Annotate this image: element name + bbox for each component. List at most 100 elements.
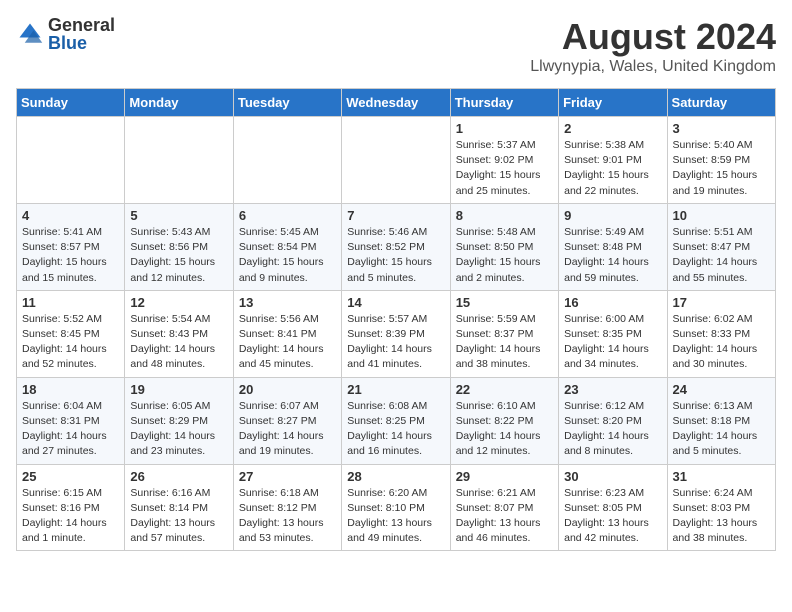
calendar-week-row: 18 Sunrise: 6:04 AMSunset: 8:31 PMDayligh…	[17, 377, 776, 464]
calendar-cell: 15 Sunrise: 5:59 AMSunset: 8:37 PMDayligh…	[450, 290, 558, 377]
logo-text-general: General	[48, 16, 115, 34]
weekday-header-cell: Tuesday	[233, 89, 341, 117]
calendar-week-row: 1 Sunrise: 5:37 AMSunset: 9:02 PMDaylight…	[17, 117, 776, 204]
day-number: 9	[564, 208, 661, 223]
day-info: Sunrise: 5:38 AMSunset: 9:01 PMDaylight:…	[564, 138, 661, 199]
day-number: 7	[347, 208, 444, 223]
weekday-header-cell: Wednesday	[342, 89, 450, 117]
calendar-cell: 23 Sunrise: 6:12 AMSunset: 8:20 PMDayligh…	[559, 377, 667, 464]
month-title: August 2024	[530, 16, 776, 58]
day-number: 12	[130, 295, 227, 310]
calendar-cell: 7 Sunrise: 5:46 AMSunset: 8:52 PMDaylight…	[342, 203, 450, 290]
calendar-cell: 18 Sunrise: 6:04 AMSunset: 8:31 PMDayligh…	[17, 377, 125, 464]
title-area: August 2024 Llwynypia, Wales, United Kin…	[530, 16, 776, 76]
day-number: 23	[564, 382, 661, 397]
day-number: 31	[673, 469, 770, 484]
day-info: Sunrise: 6:16 AMSunset: 8:14 PMDaylight:…	[130, 486, 227, 547]
calendar-cell: 22Sunrise: 6:10 AMSunset: 8:22 PMDayligh…	[450, 377, 558, 464]
day-number: 1	[456, 121, 553, 136]
day-info: Sunrise: 6:05 AMSunset: 8:29 PMDaylight:…	[130, 399, 227, 460]
calendar-cell: 2Sunrise: 5:38 AMSunset: 9:01 PMDaylight…	[559, 117, 667, 204]
calendar-cell: 30 Sunrise: 6:23 AMSunset: 8:05 PMDayligh…	[559, 464, 667, 551]
day-number: 21	[347, 382, 444, 397]
calendar-cell: 11 Sunrise: 5:52 AMSunset: 8:45 PMDayligh…	[17, 290, 125, 377]
calendar-cell	[125, 117, 233, 204]
day-number: 11	[22, 295, 119, 310]
logo: General Blue	[16, 16, 115, 52]
calendar-cell: 24 Sunrise: 6:13 AMSunset: 8:18 PMDayligh…	[667, 377, 775, 464]
weekday-header-cell: Monday	[125, 89, 233, 117]
day-info: Sunrise: 5:52 AMSunset: 8:45 PMDaylight:…	[22, 312, 119, 373]
location-title: Llwynypia, Wales, United Kingdom	[530, 58, 776, 76]
day-info: Sunrise: 5:51 AMSunset: 8:47 PMDaylight:…	[673, 225, 770, 286]
day-info: Sunrise: 6:15 AMSunset: 8:16 PMDaylight:…	[22, 486, 119, 547]
weekday-header-cell: Thursday	[450, 89, 558, 117]
day-info: Sunrise: 6:02 AMSunset: 8:33 PMDaylight:…	[673, 312, 770, 373]
day-number: 6	[239, 208, 336, 223]
day-number: 5	[130, 208, 227, 223]
calendar-cell: 9 Sunrise: 5:49 AMSunset: 8:48 PMDaylight…	[559, 203, 667, 290]
day-info: Sunrise: 6:04 AMSunset: 8:31 PMDaylight:…	[22, 399, 119, 460]
day-number: 26	[130, 469, 227, 484]
day-number: 4	[22, 208, 119, 223]
day-info: Sunrise: 5:46 AMSunset: 8:52 PMDaylight:…	[347, 225, 444, 286]
calendar-cell: 13 Sunrise: 5:56 AMSunset: 8:41 PMDayligh…	[233, 290, 341, 377]
day-info: Sunrise: 6:24 AMSunset: 8:03 PMDaylight:…	[673, 486, 770, 547]
calendar-cell	[17, 117, 125, 204]
day-number: 27	[239, 469, 336, 484]
day-info: Sunrise: 6:23 AMSunset: 8:05 PMDaylight:…	[564, 486, 661, 547]
day-number: 25	[22, 469, 119, 484]
calendar-cell: 8Sunrise: 5:48 AMSunset: 8:50 PMDaylight…	[450, 203, 558, 290]
day-number: 10	[673, 208, 770, 223]
weekday-header-cell: Saturday	[667, 89, 775, 117]
calendar-cell: 16 Sunrise: 6:00 AMSunset: 8:35 PMDayligh…	[559, 290, 667, 377]
day-number: 24	[673, 382, 770, 397]
day-info: Sunrise: 5:56 AMSunset: 8:41 PMDaylight:…	[239, 312, 336, 373]
day-number: 15	[456, 295, 553, 310]
logo-text-blue: Blue	[48, 34, 115, 52]
day-number: 30	[564, 469, 661, 484]
calendar-cell: 26 Sunrise: 6:16 AMSunset: 8:14 PMDayligh…	[125, 464, 233, 551]
day-number: 28	[347, 469, 444, 484]
calendar-cell: 27Sunrise: 6:18 AMSunset: 8:12 PMDayligh…	[233, 464, 341, 551]
day-info: Sunrise: 6:20 AMSunset: 8:10 PMDaylight:…	[347, 486, 444, 547]
day-number: 16	[564, 295, 661, 310]
day-number: 18	[22, 382, 119, 397]
day-number: 17	[673, 295, 770, 310]
calendar-cell: 31 Sunrise: 6:24 AMSunset: 8:03 PMDayligh…	[667, 464, 775, 551]
calendar-cell: 12 Sunrise: 5:54 AMSunset: 8:43 PMDayligh…	[125, 290, 233, 377]
calendar-cell: 25 Sunrise: 6:15 AMSunset: 8:16 PMDayligh…	[17, 464, 125, 551]
day-info: Sunrise: 5:37 AMSunset: 9:02 PMDaylight:…	[456, 138, 553, 199]
day-info: Sunrise: 5:59 AMSunset: 8:37 PMDaylight:…	[456, 312, 553, 373]
calendar-cell: 20 Sunrise: 6:07 AMSunset: 8:27 PMDayligh…	[233, 377, 341, 464]
calendar-cell: 5Sunrise: 5:43 AMSunset: 8:56 PMDaylight…	[125, 203, 233, 290]
day-info: Sunrise: 6:07 AMSunset: 8:27 PMDaylight:…	[239, 399, 336, 460]
calendar-week-row: 25 Sunrise: 6:15 AMSunset: 8:16 PMDayligh…	[17, 464, 776, 551]
calendar-cell: 6Sunrise: 5:45 AMSunset: 8:54 PMDaylight…	[233, 203, 341, 290]
day-info: Sunrise: 5:54 AMSunset: 8:43 PMDaylight:…	[130, 312, 227, 373]
day-info: Sunrise: 6:12 AMSunset: 8:20 PMDaylight:…	[564, 399, 661, 460]
calendar-cell: 29Sunrise: 6:21 AMSunset: 8:07 PMDayligh…	[450, 464, 558, 551]
calendar-week-row: 4 Sunrise: 5:41 AMSunset: 8:57 PMDaylight…	[17, 203, 776, 290]
calendar-cell: 4 Sunrise: 5:41 AMSunset: 8:57 PMDaylight…	[17, 203, 125, 290]
logo-icon	[16, 20, 44, 48]
calendar-cell	[342, 117, 450, 204]
day-number: 13	[239, 295, 336, 310]
weekday-header-row: SundayMondayTuesdayWednesdayThursdayFrid…	[17, 89, 776, 117]
calendar-body: 1 Sunrise: 5:37 AMSunset: 9:02 PMDaylight…	[17, 117, 776, 551]
calendar-cell: 10 Sunrise: 5:51 AMSunset: 8:47 PMDayligh…	[667, 203, 775, 290]
day-info: Sunrise: 6:00 AMSunset: 8:35 PMDaylight:…	[564, 312, 661, 373]
day-number: 8	[456, 208, 553, 223]
day-info: Sunrise: 6:13 AMSunset: 8:18 PMDaylight:…	[673, 399, 770, 460]
calendar-cell: 21 Sunrise: 6:08 AMSunset: 8:25 PMDayligh…	[342, 377, 450, 464]
day-info: Sunrise: 5:49 AMSunset: 8:48 PMDaylight:…	[564, 225, 661, 286]
weekday-header-cell: Sunday	[17, 89, 125, 117]
day-number: 19	[130, 382, 227, 397]
calendar-cell: 1 Sunrise: 5:37 AMSunset: 9:02 PMDaylight…	[450, 117, 558, 204]
calendar-cell: 3Sunrise: 5:40 AMSunset: 8:59 PMDaylight…	[667, 117, 775, 204]
day-info: Sunrise: 6:10 AMSunset: 8:22 PMDaylight:…	[456, 399, 553, 460]
day-number: 20	[239, 382, 336, 397]
calendar-cell: 14Sunrise: 5:57 AMSunset: 8:39 PMDayligh…	[342, 290, 450, 377]
day-info: Sunrise: 6:08 AMSunset: 8:25 PMDaylight:…	[347, 399, 444, 460]
day-info: Sunrise: 5:41 AMSunset: 8:57 PMDaylight:…	[22, 225, 119, 286]
